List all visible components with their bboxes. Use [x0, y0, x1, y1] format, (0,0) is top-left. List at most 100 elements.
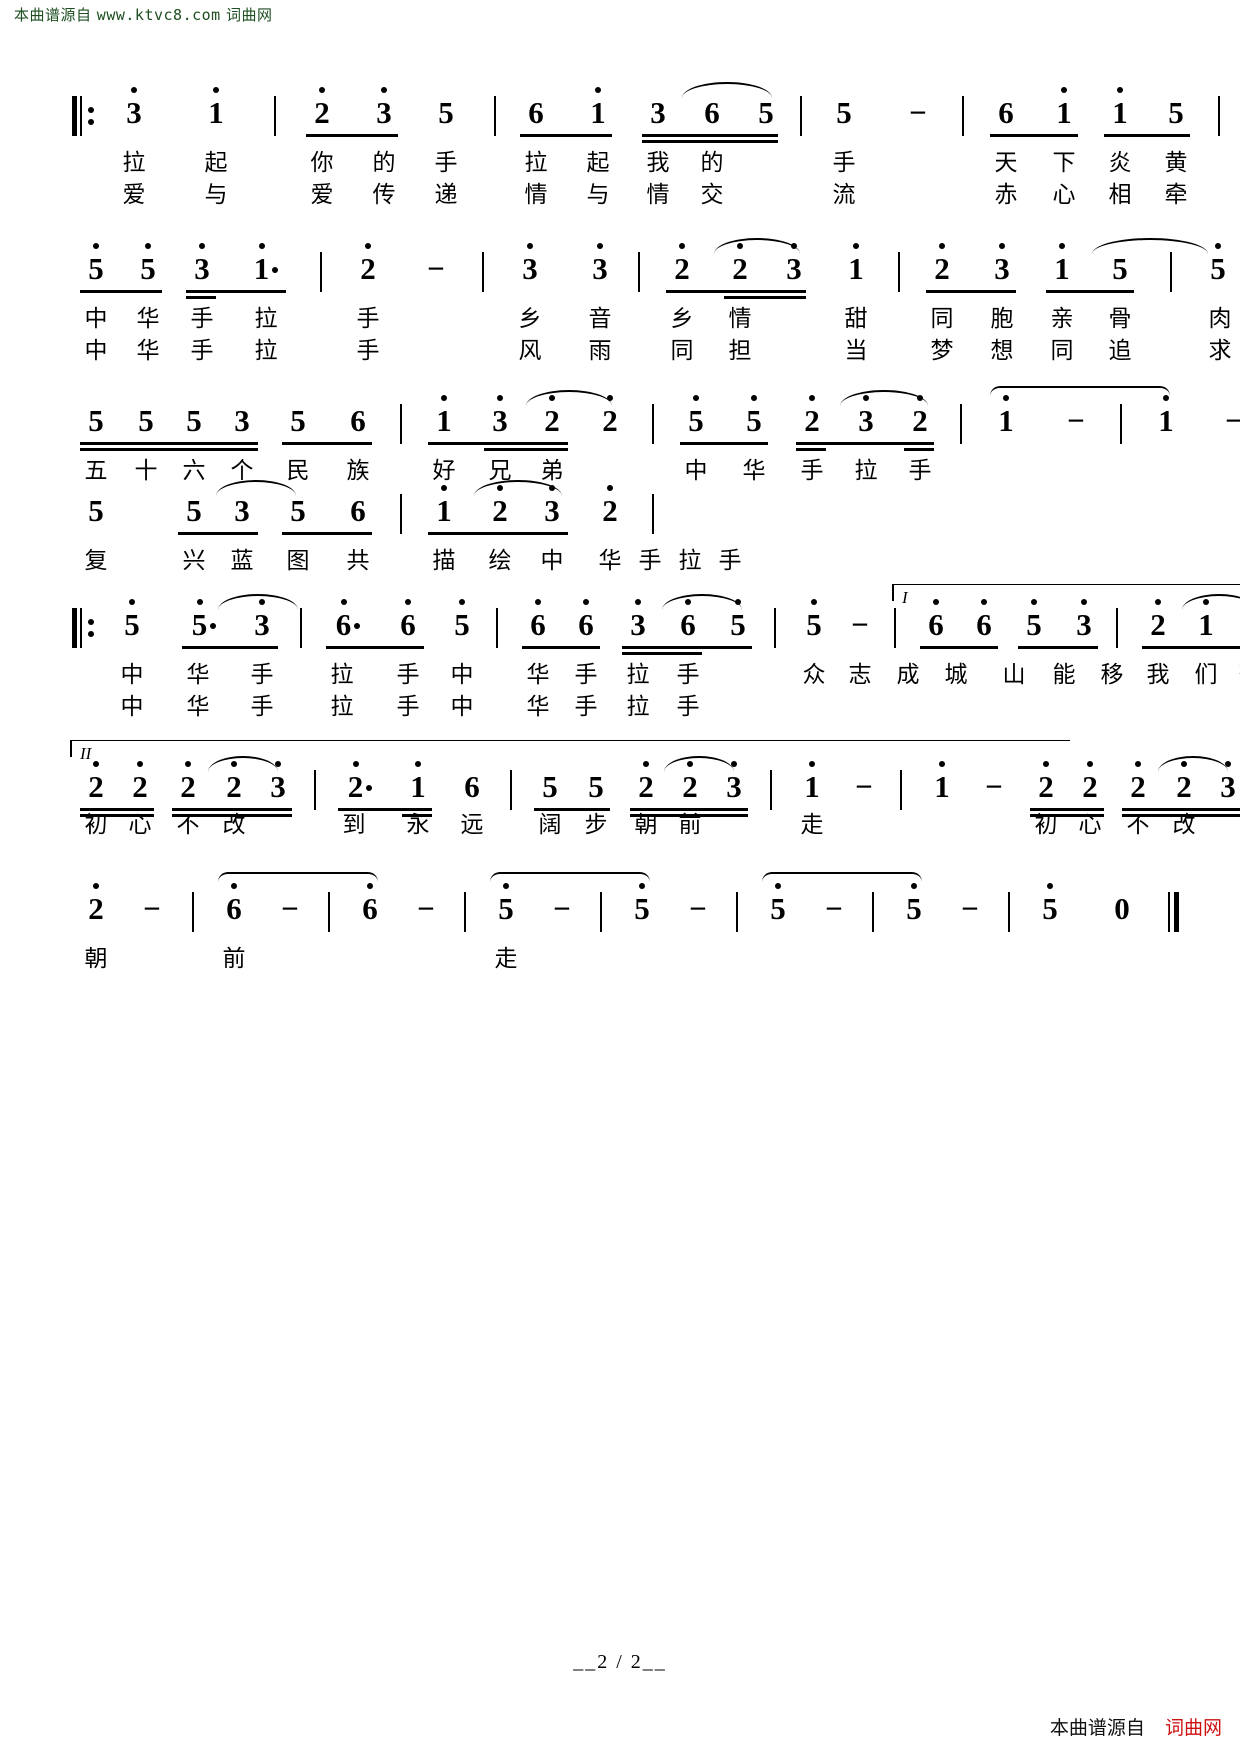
lyric-syllable: 手 [574, 694, 598, 720]
lyric-syllable: 华 [136, 338, 160, 364]
lyric-syllable: 同 [1050, 338, 1074, 364]
lyric-syllable: 阔 [538, 812, 562, 838]
dash: − [427, 251, 445, 286]
system-2-lyrics-verse1: 中华手拉手乡音乡情甜同胞亲骨肉 [70, 304, 1232, 336]
barline [400, 404, 402, 444]
note: 2 [1082, 761, 1098, 804]
note: 6 [528, 95, 544, 130]
system-3-lyrics-verse1: 五十六个民族好兄弟中华手拉手 [70, 456, 1070, 488]
note: 5 [454, 599, 470, 642]
note: 6 [928, 599, 944, 642]
note: 1 [240, 243, 292, 286]
note: 6 [362, 883, 378, 926]
lyric-syllable: 走 [494, 946, 518, 972]
lyric-syllable: 情 [728, 306, 752, 332]
note: 1 [590, 87, 606, 130]
lyric-syllable: 亲 [1050, 306, 1074, 332]
lyric-syllable: 华 [526, 694, 550, 720]
note: 6 [578, 599, 594, 642]
lyric-syllable: 复 [84, 548, 108, 574]
note: 2 [1150, 599, 1166, 642]
system-7: 2 − 6 − 6 − 5 − 5 − 5 − 5 − 5 0 朝 前 走 [70, 872, 1179, 976]
lyric-syllable: 描 [432, 548, 456, 574]
lyric-syllable: 手 [356, 306, 380, 332]
slur [682, 82, 772, 98]
slur [662, 594, 742, 610]
lyric-syllable: 与 [204, 182, 228, 208]
note: 5 [1112, 251, 1128, 286]
repeat-start-sign [72, 96, 94, 136]
barline [1218, 96, 1220, 136]
beam [1142, 646, 1240, 649]
lyric-syllable: 手 [356, 338, 380, 364]
lyric-syllable: 乡 [670, 306, 694, 332]
barline [898, 252, 900, 292]
note: 2 [360, 243, 376, 286]
system-1-lyrics-verse1: 拉起你的手拉起我的手天下炎黄是一家 [70, 148, 1188, 180]
note: 5 [588, 769, 604, 804]
note: 2 [1230, 608, 1240, 642]
lyric-syllable: 改 [222, 812, 246, 838]
barline [192, 892, 194, 932]
note: 1 [1056, 87, 1072, 130]
system-2-lyrics-verse2: 中华手拉手风雨同担当梦想同追求 [70, 336, 1232, 368]
note: 3 [630, 599, 646, 642]
lyric-syllable: 骨 [1108, 306, 1132, 332]
system-5-lyrics-verse1: 中华手拉手中华手拉手众志成城山能移我们齐奋斗 [70, 660, 1240, 692]
lyric-syllable: 中 [120, 662, 144, 688]
lyric-syllable: 与 [586, 182, 610, 208]
barline [300, 608, 302, 648]
note: 2 [638, 761, 654, 804]
lyric-syllable: 手 [908, 458, 932, 484]
lyric-syllable: 五 [84, 458, 108, 484]
note: 3 [650, 95, 666, 130]
dash: − [143, 891, 161, 926]
lyric-syllable: 拉 [626, 662, 650, 688]
lyric-syllable: 想 [990, 338, 1014, 364]
lyric-syllable: 拉 [330, 662, 354, 688]
volta-second-ending: II [70, 740, 1070, 763]
note: 2 [1038, 761, 1054, 804]
beam [428, 532, 568, 535]
note: 3 [492, 395, 508, 438]
note: 5 [806, 599, 822, 642]
lyric-syllable: 初 [84, 812, 108, 838]
dash: − [281, 891, 299, 926]
system-7-lyrics-verse1: 朝前走 [70, 944, 1070, 976]
note: 2 [88, 761, 104, 804]
note: 6 [704, 95, 720, 130]
system-3-staff: 5 5 5 3 5 6 1 3 2 2 5 5 2 3 2 1 − 1 − [70, 386, 1240, 456]
lyric-syllable: 华 [186, 694, 210, 720]
beam [796, 442, 934, 445]
barline [770, 770, 772, 810]
lyric-syllable: 梦 [930, 338, 954, 364]
note: 5 [688, 395, 704, 438]
lyric-syllable: 朝 [84, 946, 108, 972]
barline [894, 608, 896, 648]
lyric-syllable: 的 [700, 150, 724, 176]
beam [186, 296, 216, 299]
lyric-syllable: 众 [802, 662, 826, 688]
slur [664, 756, 734, 772]
final-barline [1168, 892, 1182, 932]
beam [1018, 646, 1098, 649]
lyric-syllable: 华 [526, 662, 550, 688]
lyric-syllable: 黄 [1164, 150, 1188, 176]
note: 1 [208, 87, 224, 130]
system-2: 5 5 3 1 2 − 3 3 2 2 3 1 2 3 1 5 5 中 华 手 … [70, 238, 1232, 368]
note: 2 [732, 243, 748, 286]
note: 1 [804, 761, 820, 804]
note: 5 [746, 395, 762, 438]
lyric-syllable: 图 [286, 548, 310, 574]
dash: − [851, 607, 869, 642]
lyric-syllable: 手 [832, 150, 856, 176]
barline [774, 608, 776, 648]
note: 6 [976, 599, 992, 642]
lyric-syllable: 蓝 [230, 548, 254, 574]
note: 5 [186, 493, 202, 528]
note: 6 [350, 493, 366, 528]
beam [428, 442, 568, 445]
note: 5 [178, 599, 230, 642]
barline [638, 252, 640, 292]
slur [1182, 594, 1240, 610]
